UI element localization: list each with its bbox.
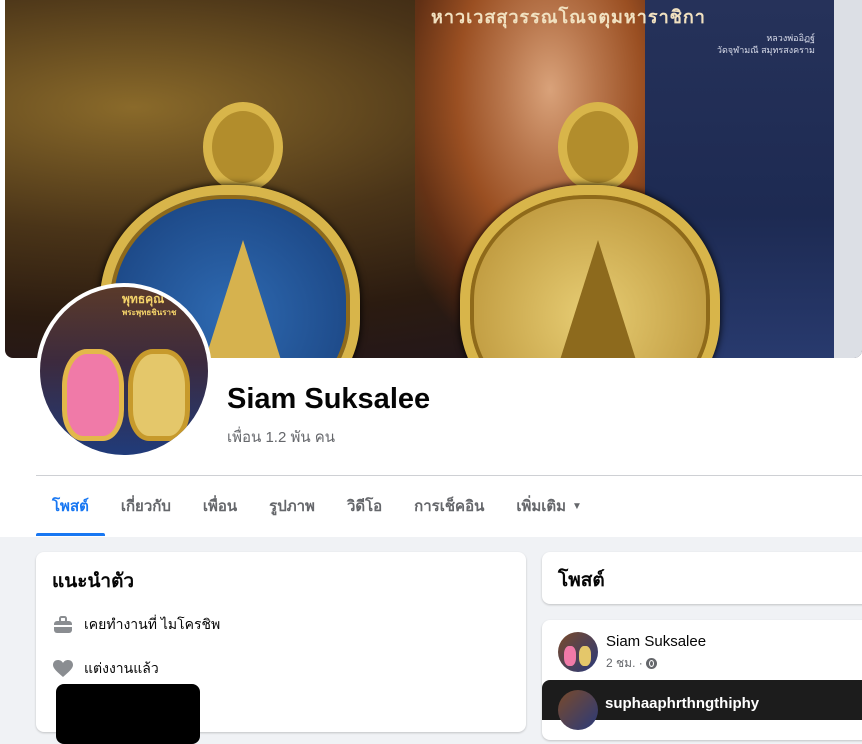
tab-videos[interactable]: วิดีโอ: [331, 476, 398, 536]
cover-sub-line2: วัดจุฬามณี สมุทรสงคราม: [716, 45, 815, 55]
tab-photos[interactable]: รูปภาพ: [253, 476, 331, 536]
intro-relationship-text: แต่งงานแล้ว: [84, 660, 159, 676]
avatar-pink-amulet: [62, 349, 124, 441]
amulet-buddha-right: [560, 240, 636, 358]
posts-header-card: โพสต์: [542, 552, 862, 604]
cover-sub-line1: หลวงพ่ออิฏฐ์: [766, 33, 815, 43]
post-meta: 2 ชม. ·: [606, 654, 657, 673]
shared-author-avatar[interactable]: [558, 690, 598, 730]
avatar-text-line2: พระพุทธชินราช: [122, 308, 177, 317]
heart-icon: [52, 659, 74, 679]
intro-work-text: เคยทำงานที่ ไมโครชิพ: [84, 616, 221, 632]
tab-checkins[interactable]: การเช็คอิน: [398, 476, 500, 536]
tab-more-label: เพิ่มเติม: [516, 498, 567, 515]
amulet-buddha-left: [205, 240, 281, 358]
globe-icon: [645, 658, 657, 669]
featured-photo[interactable]: [56, 684, 200, 744]
avatar-gold-amulet: [128, 349, 190, 441]
tab-posts[interactable]: โพสต์: [36, 476, 105, 536]
tab-more[interactable]: เพิ่มเติม ▼: [500, 476, 598, 536]
amulet-loop-left: [203, 102, 283, 192]
cover-subtitle: หลวงพ่ออิฏฐ์ วัดจุฬามณี สมุทรสงคราม: [665, 32, 815, 56]
tab-friends[interactable]: เพื่อน: [187, 476, 253, 536]
friends-count[interactable]: เพื่อน 1.2 พัน คน: [227, 425, 335, 449]
intro-title: แนะนำตัว: [52, 571, 135, 592]
briefcase-icon: [52, 615, 74, 635]
shared-author-name[interactable]: suphaaphrthngthiphy: [605, 695, 759, 712]
cover-right-edge: [834, 0, 862, 358]
post-time[interactable]: 2 ชม. ·: [606, 654, 643, 673]
avatar-text: พุทธคุณ พระพุทธชินราช: [122, 293, 176, 319]
profile-tabs: โพสต์ เกี่ยวกับ เพื่อน รูปภาพ วิดีโอ การ…: [36, 476, 862, 536]
cover-title-text: หาวเวสสุวรรณโณจตุมหาราชิกา: [431, 7, 706, 27]
intro-card: แนะนำตัว เคยทำงานที่ ไมโครชิพ แต่งงานแล้…: [36, 552, 526, 744]
intro-work-row: เคยทำงานที่ ไมโครชิพ: [52, 614, 510, 636]
posts-title: โพสต์: [558, 570, 605, 591]
amulet-loop-right: [558, 102, 638, 192]
shared-post-header: suphaaphrthngthiphy: [542, 680, 862, 730]
intro-relationship-row: แต่งงานแล้ว: [52, 658, 510, 680]
post-author-name[interactable]: Siam Suksalee: [606, 633, 706, 650]
tab-about[interactable]: เกี่ยวกับ: [105, 476, 187, 536]
caret-down-icon: ▼: [572, 500, 582, 512]
profile-avatar[interactable]: พุทธคุณ พระพุทธชินราช: [36, 283, 212, 459]
post-author-avatar[interactable]: [558, 632, 598, 672]
avatar-text-line1: พุทธคุณ: [122, 292, 165, 306]
profile-name: Siam Suksalee: [227, 383, 431, 415]
avatar-image: พุทธคุณ พระพุทธชินราช: [40, 287, 208, 455]
